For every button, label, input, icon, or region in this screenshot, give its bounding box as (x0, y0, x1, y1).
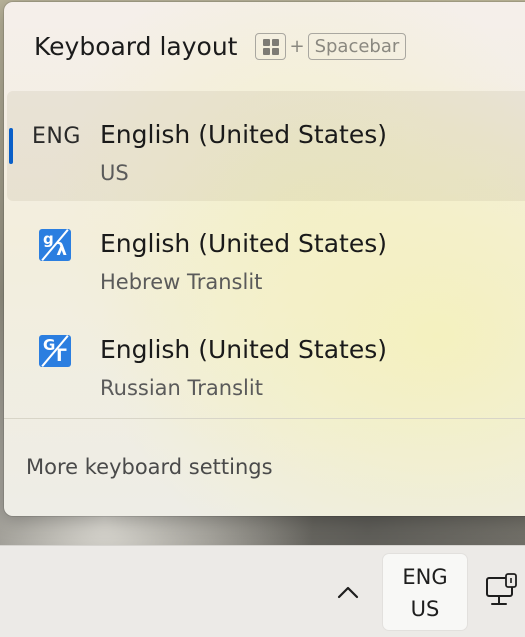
layout-item-hebrew-translit[interactable]: g λ English (United States) Hebrew Trans… (7, 201, 525, 307)
transliteration-icon: g λ (39, 229, 71, 261)
input-indicator-button[interactable]: ENG US (383, 554, 467, 630)
flyout-divider (4, 418, 525, 419)
layout-name: English (United States) (100, 335, 388, 364)
translit-icon-bottom: Г (56, 346, 67, 366)
chevron-up-icon[interactable] (336, 582, 360, 602)
shortcut-plus: + (289, 36, 305, 57)
layout-name: English (United States) (100, 229, 388, 258)
layout-short-code: ENG (32, 124, 81, 149)
shortcut-hint: + Spacebar (255, 33, 407, 60)
input-indicator-layout: US (410, 597, 440, 621)
network-computer-icon[interactable] (484, 573, 518, 609)
translit-icon-bottom: λ (56, 240, 67, 260)
more-keyboard-settings-link[interactable]: More keyboard settings (26, 455, 273, 479)
layout-sub: US (100, 161, 129, 185)
selection-indicator (9, 128, 13, 164)
layout-item-english-us[interactable]: ENG English (United States) US (7, 91, 525, 201)
layout-sub: Hebrew Translit (100, 270, 263, 294)
input-indicator-language: ENG (402, 565, 448, 589)
flyout-header: Keyboard layout + Spacebar (34, 32, 407, 61)
flyout-title: Keyboard layout (34, 32, 238, 61)
windows-key-icon (255, 33, 287, 60)
spacebar-keycap: Spacebar (307, 33, 407, 60)
layout-item-russian-translit[interactable]: G Г English (United States) Russian Tran… (7, 307, 525, 413)
transliteration-icon: G Г (39, 335, 71, 367)
layout-sub: Russian Translit (100, 376, 263, 400)
layout-list: ENG English (United States) US g λ Engli… (7, 91, 525, 413)
layout-name: English (United States) (100, 120, 388, 149)
taskbar: ENG US (0, 545, 525, 637)
